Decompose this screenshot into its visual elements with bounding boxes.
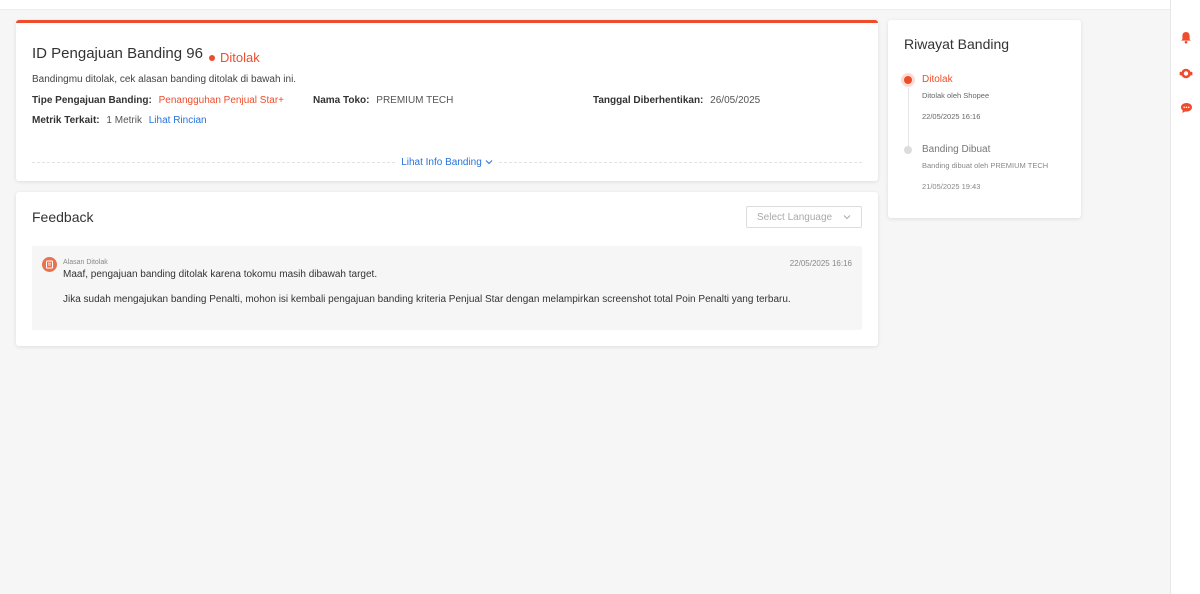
stopped-date-value: 26/05/2025 — [710, 95, 761, 106]
page-title: ID Pengajuan Banding 96 — [32, 45, 203, 62]
timeline-item: Ditolak Ditolak oleh Shopee 22/05/2025 1… — [904, 74, 1065, 146]
shop-name-value: PREMIUM TECH — [376, 95, 454, 106]
info-divider: Lihat Info Banding — [32, 156, 862, 168]
stopped-date-label: Tanggal Diberhentikan: — [593, 95, 704, 106]
metric-value: 1 Metrik — [106, 115, 142, 126]
feedback-message-line2: Jika sudah mengajukan banding Penalti, m… — [63, 294, 791, 305]
language-select[interactable]: Select Language — [746, 206, 862, 228]
appeal-type-value: Penangguhan Penjual Star+ — [158, 95, 284, 106]
timeline-connector — [907, 88, 909, 146]
feedback-message-line1: Maaf, pengajuan banding ditolak karena t… — [63, 269, 378, 280]
view-details-link[interactable]: Lihat Rincian — [149, 115, 207, 126]
timeline-status: Ditolak — [922, 74, 953, 85]
feedback-title: Feedback — [32, 209, 94, 225]
appeal-description: Bandingmu ditolak, cek alasan banding di… — [32, 74, 297, 85]
feedback-content: Alasan Ditolak Maaf, pengajuan banding d… — [63, 259, 852, 305]
stopped-date-field: Tanggal Diberhentikan: 26/05/2025 — [593, 95, 760, 106]
status-dot-icon — [208, 54, 215, 61]
feedback-reason-label: Alasan Ditolak — [63, 259, 108, 266]
appeal-type-label: Tipe Pengajuan Banding: — [32, 95, 152, 106]
appeal-history-card: Riwayat Banding Ditolak Ditolak oleh Sho… — [888, 20, 1081, 218]
status-badge: Ditolak — [208, 50, 260, 65]
feedback-header: Feedback Select Language — [32, 192, 862, 242]
language-select-placeholder: Select Language — [757, 211, 833, 223]
shop-name-field: Nama Toko: PREMIUM TECH — [313, 95, 453, 106]
timeline-item: Banding Dibuat Banding dibuat oleh PREMI… — [904, 144, 1065, 191]
view-appeal-info-label: Lihat Info Banding — [401, 156, 482, 168]
divider-line-right — [498, 161, 862, 163]
timeline-actor: Ditolak oleh Shopee — [922, 91, 990, 100]
history-title: Riwayat Banding — [904, 36, 1010, 52]
appeal-type-field: Tipe Pengajuan Banding: Penangguhan Penj… — [32, 95, 284, 106]
appeal-detail-card: ID Pengajuan Banding 96 Ditolak Bandingm… — [16, 20, 878, 181]
top-bar — [0, 0, 1170, 10]
timeline-time: 22/05/2025 16:16 — [922, 112, 981, 121]
notification-bell-icon[interactable] — [1179, 30, 1193, 44]
history-timeline: Ditolak Ditolak oleh Shopee 22/05/2025 1… — [904, 74, 1065, 191]
shop-name-label: Nama Toko: — [313, 95, 370, 106]
feedback-date: 22/05/2025 16:16 — [789, 259, 852, 268]
rejection-reason-icon — [42, 257, 57, 272]
metric-label: Metrik Terkait: — [32, 115, 100, 126]
timeline-status: Banding Dibuat — [922, 144, 991, 155]
appeal-title-row: ID Pengajuan Banding 96 Ditolak — [32, 45, 862, 65]
status-label: Ditolak — [219, 50, 260, 65]
chevron-down-icon — [485, 160, 493, 165]
customer-service-icon[interactable] — [1179, 66, 1193, 80]
metric-row: Metrik Terkait: 1 Metrik Lihat Rincian — [32, 115, 862, 126]
chevron-down-icon — [843, 215, 851, 220]
timeline-active-dot-icon — [904, 76, 912, 84]
chat-icon[interactable] — [1179, 101, 1193, 115]
view-appeal-info-toggle[interactable]: Lihat Info Banding — [395, 157, 499, 168]
timeline-time: 21/05/2025 19:43 — [922, 182, 981, 191]
feedback-entry: Alasan Ditolak Maaf, pengajuan banding d… — [32, 246, 862, 330]
timeline-actor: Banding dibuat oleh PREMIUM TECH — [922, 161, 1049, 170]
divider-line-left — [32, 161, 396, 163]
timeline-inactive-dot-icon — [904, 146, 912, 154]
feedback-card: Feedback Select Language Alasan Ditolak … — [16, 192, 878, 346]
appeal-info-row: Tipe Pengajuan Banding: Penangguhan Penj… — [32, 95, 862, 107]
right-rail — [1170, 0, 1200, 594]
